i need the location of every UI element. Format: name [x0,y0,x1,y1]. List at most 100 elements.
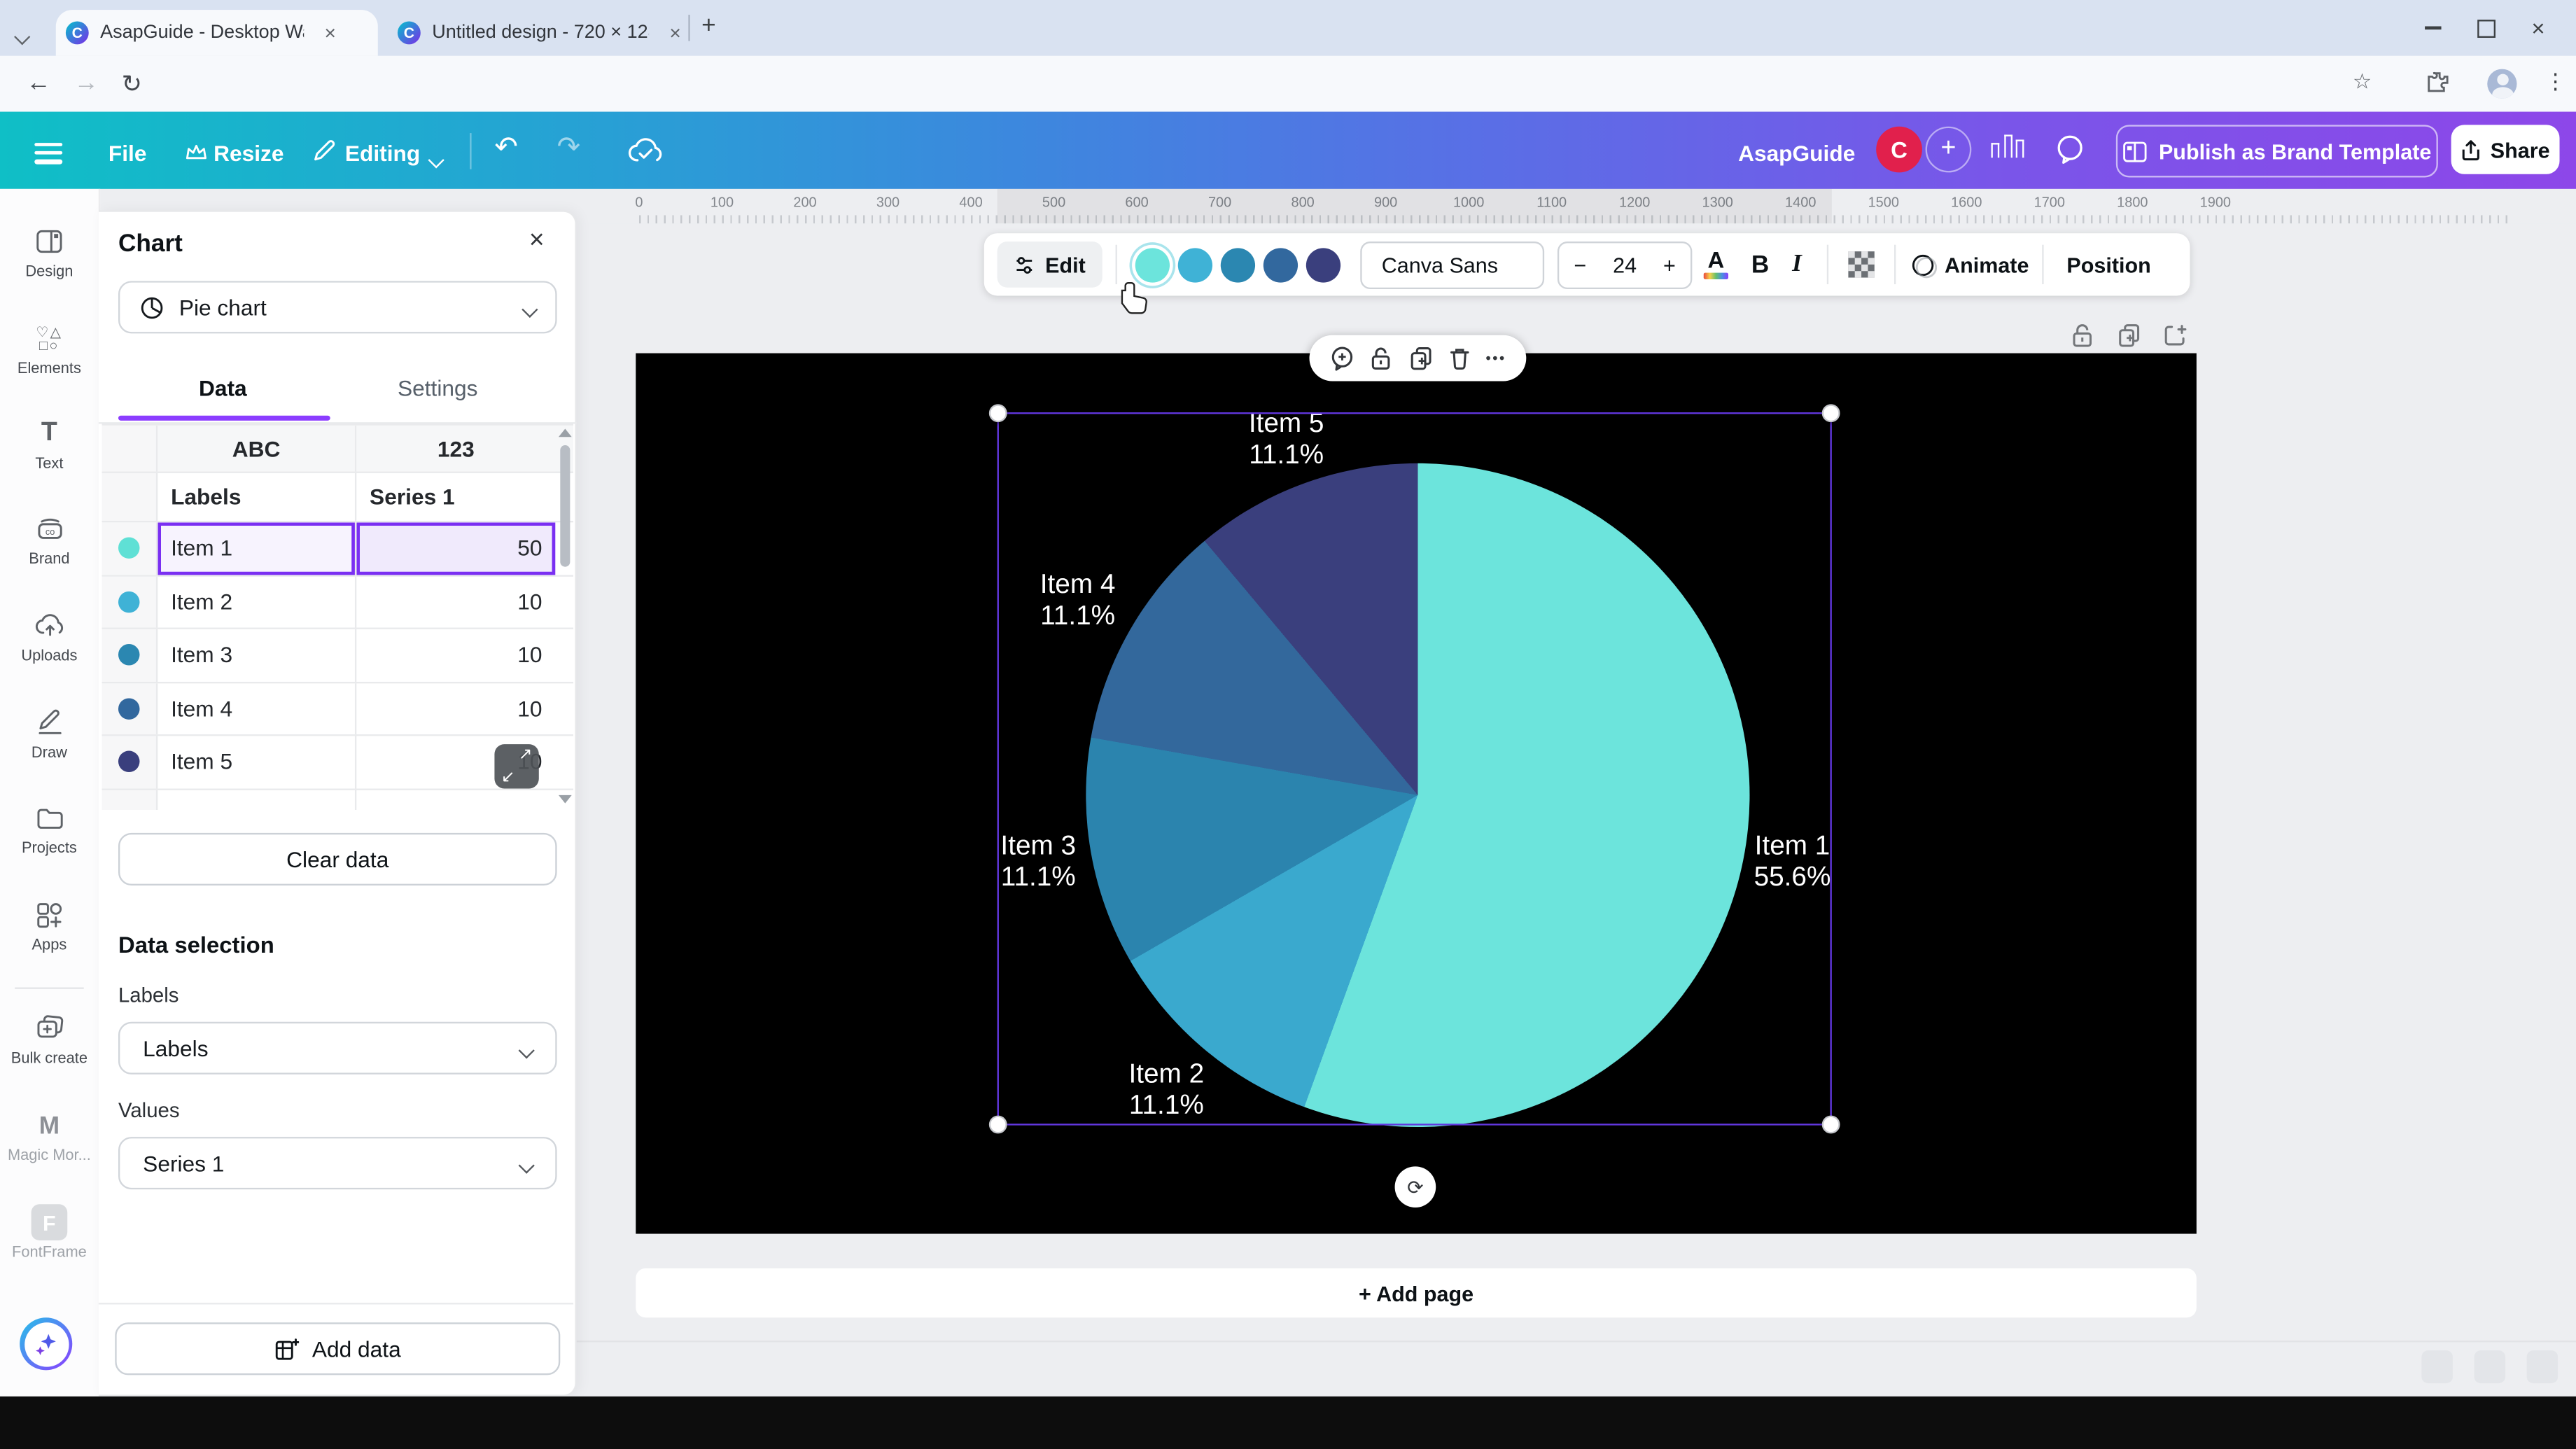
selection-handle-nw[interactable] [989,404,1007,422]
values-dropdown[interactable]: Series 1 [118,1137,557,1189]
publish-brand-template-button[interactable]: Publish as Brand Template [2116,125,2438,177]
lock-page-icon[interactable] [2070,322,2094,349]
cell-label[interactable]: Item 3 [158,629,356,681]
file-menu[interactable]: File [108,141,147,166]
field-labels[interactable]: Labels [158,473,356,521]
add-member-button[interactable]: + [1926,127,1972,173]
resize-menu[interactable]: Resize [214,141,284,166]
cell-label[interactable]: Item 5 [158,736,356,788]
cell-value[interactable]: 10 [356,682,555,734]
column-header-123[interactable]: 123 [356,426,555,472]
cell-value[interactable]: 10 [356,629,555,681]
sidebar-item-design[interactable]: Design [0,223,99,279]
window-maximize-icon[interactable] [2464,11,2507,44]
browser-tab-active[interactable]: C AsapGuide - Desktop Wallpape × [56,10,378,56]
sidebar-item-fontframe[interactable]: F FontFrame [0,1204,99,1260]
browser-menu-kebab-icon[interactable]: ⋮ [2544,69,2566,96]
cell-value[interactable]: 10 [356,576,555,628]
sidebar-item-elements[interactable]: ♡△□○ Elements [0,321,99,377]
sidebar-item-magic-morph[interactable]: M Magic Mor... [0,1107,99,1163]
italic-button[interactable]: I [1792,251,1802,279]
bookmark-star-icon[interactable]: ☆ [2353,69,2372,96]
crown-icon [186,143,207,161]
add-page-button[interactable]: + Add page [636,1268,2197,1317]
sidebar-item-projects[interactable]: Projects [0,800,99,856]
color-swatch-2[interactable] [1177,247,1212,281]
scroll-down-icon[interactable] [559,795,572,804]
cell-label[interactable]: Item 4 [158,682,356,734]
sidebar-item-brand[interactable]: co Brand [0,511,99,567]
cell-value[interactable]: 50 [356,522,555,574]
font-family-selector[interactable]: Canva Sans [1360,241,1544,288]
chart-type-dropdown[interactable]: Pie chart [118,281,557,333]
sidebar-item-apps[interactable]: Apps [0,897,99,953]
window-close-icon[interactable]: × [2517,11,2560,44]
cell-label[interactable]: Item 2 [158,576,356,628]
sidebar-item-text[interactable]: T Text [0,416,99,472]
position-button[interactable]: Position [2066,252,2150,276]
forward-icon[interactable]: → [74,69,99,97]
reload-icon[interactable]: ↻ [122,69,143,99]
bold-button[interactable]: B [1751,251,1769,279]
animate-button[interactable]: Animate [1945,252,2029,276]
tab-list-chevron-icon[interactable] [16,22,27,51]
new-tab-button[interactable]: + [701,11,716,39]
add-page-icon[interactable] [2162,322,2189,349]
add-comment-icon[interactable] [1329,345,1356,372]
undo-icon[interactable]: ↶ [494,132,517,164]
tab-data[interactable]: Data [199,376,247,400]
duplicate-icon[interactable] [1408,345,1434,372]
color-swatch-1[interactable] [1135,247,1169,281]
selection-box[interactable] [997,412,1832,1126]
tab-close-icon[interactable]: × [317,20,344,46]
editing-mode-dropdown[interactable]: Editing [345,141,420,166]
color-swatch-5[interactable] [1306,247,1340,281]
header-divider [470,133,471,169]
edit-button[interactable]: Edit [997,241,1102,288]
clear-data-button[interactable]: Clear data [118,833,557,886]
uploads-icon [0,608,99,644]
profile-avatar[interactable] [2487,69,2516,99]
window-minimize-icon[interactable] [2412,11,2454,44]
sidebar-item-draw[interactable]: Draw [0,705,99,761]
selection-handle-sw[interactable] [989,1116,1007,1134]
share-button[interactable]: Share [2451,125,2560,174]
avatar[interactable]: C [1876,127,1922,173]
panel-close-icon[interactable]: × [529,227,545,256]
insights-chart-icon[interactable] [1991,134,2024,158]
browser-tab-inactive[interactable]: C Untitled design - 720 × 1280px × [391,10,697,56]
extensions-puzzle-icon[interactable] [2426,71,2451,95]
expand-table-handle[interactable]: ↗ ↙ [494,744,538,788]
selection-handle-se[interactable] [1822,1116,1840,1134]
tab-close-icon[interactable]: × [662,20,689,46]
font-size-decrease[interactable]: − [1574,252,1586,276]
scroll-up-icon[interactable] [559,429,572,438]
labels-dropdown[interactable]: Labels [118,1022,557,1074]
home-menu-icon[interactable] [34,138,62,169]
lock-icon[interactable] [1369,345,1394,372]
field-series[interactable]: Series 1 [356,473,555,521]
add-data-button[interactable]: Add data [115,1322,560,1375]
font-size-value[interactable]: 24 [1613,252,1637,276]
sidebar-item-uploads[interactable]: Uploads [0,608,99,664]
duplicate-page-icon[interactable] [2116,322,2143,349]
text-color-button[interactable]: A [1704,250,1728,279]
canva-assistant-button[interactable] [20,1317,72,1370]
column-header-abc[interactable]: ABC [158,426,356,472]
redo-icon[interactable]: ↷ [557,132,580,164]
scrollbar-thumb[interactable] [560,445,570,567]
rotate-handle[interactable]: ⟳ [1395,1166,1436,1208]
sidebar-item-bulk-create[interactable]: Bulk create [0,1010,99,1066]
tab-settings[interactable]: Settings [398,376,477,400]
delete-trash-icon[interactable] [1448,345,1472,372]
cell-label[interactable]: Item 1 [158,522,356,574]
back-icon[interactable]: ← [27,69,51,97]
editing-chevron-icon[interactable] [430,145,442,174]
color-swatch-4[interactable] [1263,247,1297,281]
more-options-icon[interactable]: ••• [1485,350,1506,366]
selection-handle-ne[interactable] [1822,404,1840,422]
transparency-icon[interactable] [1848,251,1875,278]
comments-icon[interactable] [2054,133,2087,166]
font-size-increase[interactable]: + [1663,252,1676,276]
color-swatch-3[interactable] [1220,247,1254,281]
